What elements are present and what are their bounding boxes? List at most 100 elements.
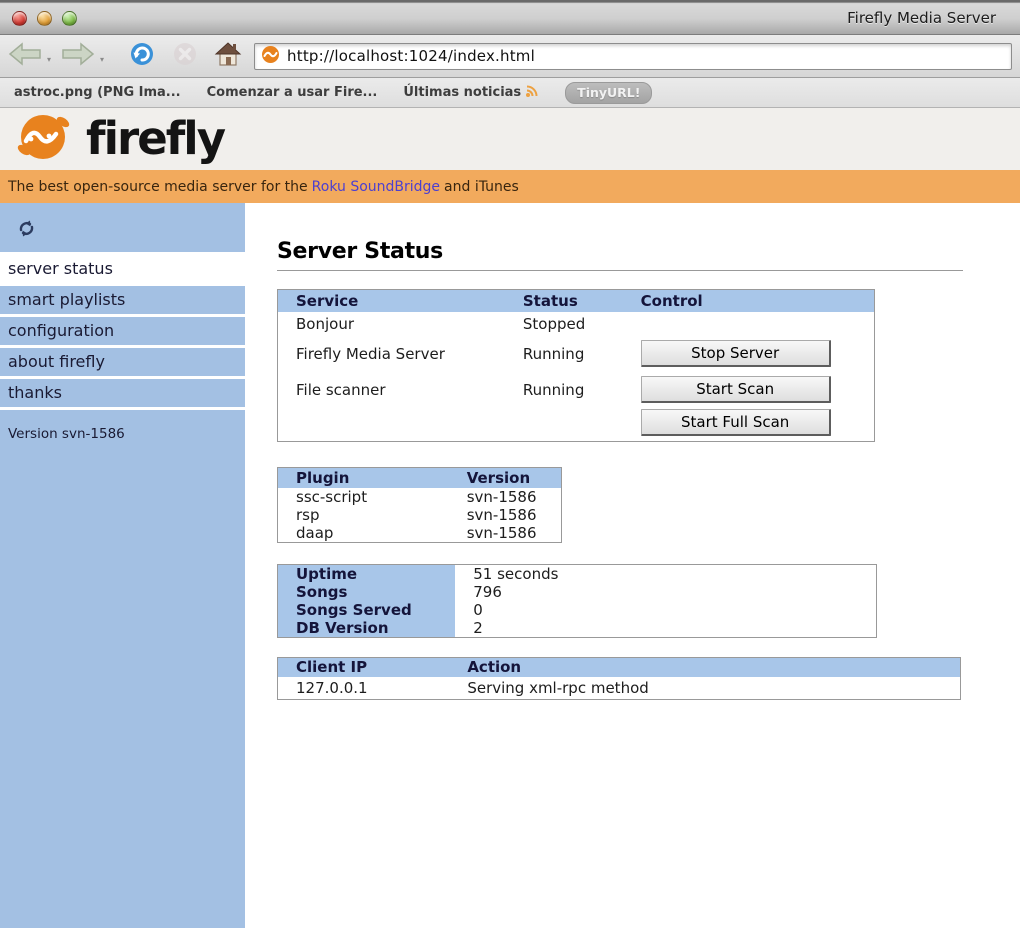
plugin-version: svn-1586 bbox=[466, 487, 537, 506]
table-row: Start Full Scan bbox=[278, 408, 875, 442]
url-text[interactable]: http://localhost:1024/index.html bbox=[287, 47, 535, 65]
firefly-wordmark: firefly bbox=[86, 111, 226, 165]
col-action: Action bbox=[467, 657, 961, 677]
browser-toolbar: ▾ ▾ http://localhost:1024/index.html bbox=[0, 35, 1020, 78]
page-body: server status smart playlists configurat… bbox=[0, 203, 1020, 937]
bookmark-tinyurl[interactable]: TinyURL! bbox=[565, 81, 653, 104]
table-row: daap svn-1586 bbox=[278, 524, 562, 543]
table-row: Songs 796 bbox=[277, 582, 877, 601]
stat-value: 51 seconds bbox=[473, 564, 559, 583]
minimize-icon[interactable] bbox=[37, 10, 52, 26]
start-full-scan-button[interactable]: Start Full Scan bbox=[640, 408, 831, 436]
stat-label: Songs Served bbox=[277, 600, 456, 619]
table-header-row: Client IP Action bbox=[277, 657, 961, 677]
table-header-row: Service Status Control bbox=[277, 289, 875, 312]
forward-dropdown-icon[interactable]: ▾ bbox=[100, 55, 104, 64]
sidebar-item-smart-playlists[interactable]: smart playlists bbox=[0, 283, 245, 314]
stat-value: 2 bbox=[473, 618, 483, 637]
table-row: 127.0.0.1 Serving xml-rpc method bbox=[278, 677, 961, 699]
home-icon bbox=[214, 41, 242, 71]
plugin-name: daap bbox=[296, 523, 334, 542]
stat-value: 796 bbox=[473, 582, 502, 601]
sidebar-item-configuration[interactable]: configuration bbox=[0, 314, 245, 345]
back-dropdown-icon[interactable]: ▾ bbox=[47, 55, 51, 64]
reload-icon bbox=[128, 40, 156, 72]
table-header-row: Plugin Version bbox=[277, 467, 562, 488]
stop-button[interactable] bbox=[172, 41, 198, 71]
client-ip: 127.0.0.1 bbox=[296, 678, 368, 697]
service-table: Service Status Control Bonjour Stopped F… bbox=[277, 289, 875, 442]
refresh-button[interactable] bbox=[0, 215, 245, 252]
back-button[interactable] bbox=[8, 42, 42, 70]
table-row: ssc-script svn-1586 bbox=[278, 488, 562, 506]
col-control: Control bbox=[640, 289, 875, 312]
stat-label: Uptime bbox=[277, 564, 456, 583]
service-status: Running bbox=[522, 380, 585, 399]
plugin-table: Plugin Version ssc-script svn-1586 rsp s… bbox=[277, 467, 562, 543]
service-status: Running bbox=[522, 344, 585, 363]
forward-button[interactable] bbox=[61, 42, 95, 70]
refresh-icon bbox=[17, 220, 36, 242]
window-controls bbox=[12, 10, 77, 26]
back-icon bbox=[8, 42, 42, 70]
sidebar-item-thanks[interactable]: thanks bbox=[0, 376, 245, 410]
close-icon[interactable] bbox=[12, 10, 27, 26]
table-row: DB Version 2 bbox=[277, 618, 877, 637]
sidebar-item-about-firefly[interactable]: about firefly bbox=[0, 345, 245, 376]
stop-icon bbox=[172, 41, 198, 71]
service-name: Bonjour bbox=[296, 314, 354, 333]
stat-label: Songs bbox=[277, 582, 456, 601]
titlebar: Firefly Media Server bbox=[0, 0, 1020, 35]
service-name: File scanner bbox=[296, 380, 386, 399]
bookmark-label: Comenzar a usar Fire... bbox=[206, 85, 378, 100]
tagline-suffix: and iTunes bbox=[444, 178, 519, 195]
plugin-version: svn-1586 bbox=[466, 523, 537, 542]
stat-value: 0 bbox=[473, 600, 483, 619]
col-version: Version bbox=[466, 467, 562, 488]
home-button[interactable] bbox=[214, 41, 242, 71]
bookmark-noticias[interactable]: Últimas noticias bbox=[403, 84, 539, 102]
sidebar-item-server-status[interactable]: server status bbox=[0, 252, 245, 283]
url-field[interactable]: http://localhost:1024/index.html bbox=[254, 42, 1012, 70]
firefly-header: firefly bbox=[0, 108, 1020, 170]
col-status: Status bbox=[522, 289, 641, 312]
col-service: Service bbox=[277, 289, 523, 312]
bookmarks-bar: astroc.png (PNG Ima... Comenzar a usar F… bbox=[0, 78, 1020, 108]
bookmark-astroc[interactable]: astroc.png (PNG Ima... bbox=[14, 85, 181, 100]
window-title: Firefly Media Server bbox=[847, 9, 996, 27]
service-status: Stopped bbox=[522, 314, 586, 333]
start-scan-button[interactable]: Start Scan bbox=[640, 376, 831, 403]
roku-soundbridge-link[interactable]: Roku SoundBridge bbox=[312, 179, 440, 195]
tagline-banner: The best open-source media server for th… bbox=[0, 170, 1020, 203]
stat-label: DB Version bbox=[277, 618, 456, 637]
sidebar-column: server status smart playlists configurat… bbox=[0, 203, 245, 937]
col-plugin: Plugin bbox=[277, 467, 467, 488]
bookmark-label: Últimas noticias bbox=[403, 85, 522, 100]
firefly-favicon-icon bbox=[261, 45, 280, 68]
table-row: Bonjour Stopped bbox=[278, 312, 875, 336]
table-row: rsp svn-1586 bbox=[278, 506, 562, 524]
client-table: Client IP Action 127.0.0.1 Serving xml-r… bbox=[277, 656, 961, 700]
main-content: Server Status Service Status Control Bon… bbox=[245, 203, 1020, 937]
stop-server-button[interactable]: Stop Server bbox=[640, 340, 831, 367]
version-label: Version svn-1586 bbox=[8, 426, 125, 442]
stats-table: Uptime 51 seconds Songs 796 Songs Served… bbox=[277, 563, 877, 638]
client-action: Serving xml-rpc method bbox=[467, 678, 649, 697]
zoom-icon[interactable] bbox=[62, 10, 77, 26]
firefly-logo-icon bbox=[16, 110, 72, 168]
service-name: Firefly Media Server bbox=[296, 344, 445, 363]
plugin-version: svn-1586 bbox=[466, 505, 537, 524]
sidebar: server status smart playlists configurat… bbox=[0, 203, 245, 928]
plugin-name: ssc-script bbox=[296, 487, 368, 506]
table-row: Songs Served 0 bbox=[277, 600, 877, 619]
rss-icon bbox=[525, 84, 539, 102]
col-client-ip: Client IP bbox=[277, 657, 468, 677]
plugin-name: rsp bbox=[296, 505, 320, 524]
reload-button[interactable] bbox=[128, 40, 156, 72]
bookmark-comenzar[interactable]: Comenzar a usar Fire... bbox=[207, 85, 378, 100]
page-title: Server Status bbox=[277, 239, 963, 271]
table-row: Firefly Media Server Running Stop Server bbox=[278, 336, 875, 372]
forward-icon bbox=[61, 42, 95, 70]
table-row: Uptime 51 seconds bbox=[277, 564, 877, 583]
bookmark-label: astroc.png (PNG Ima... bbox=[14, 85, 181, 100]
